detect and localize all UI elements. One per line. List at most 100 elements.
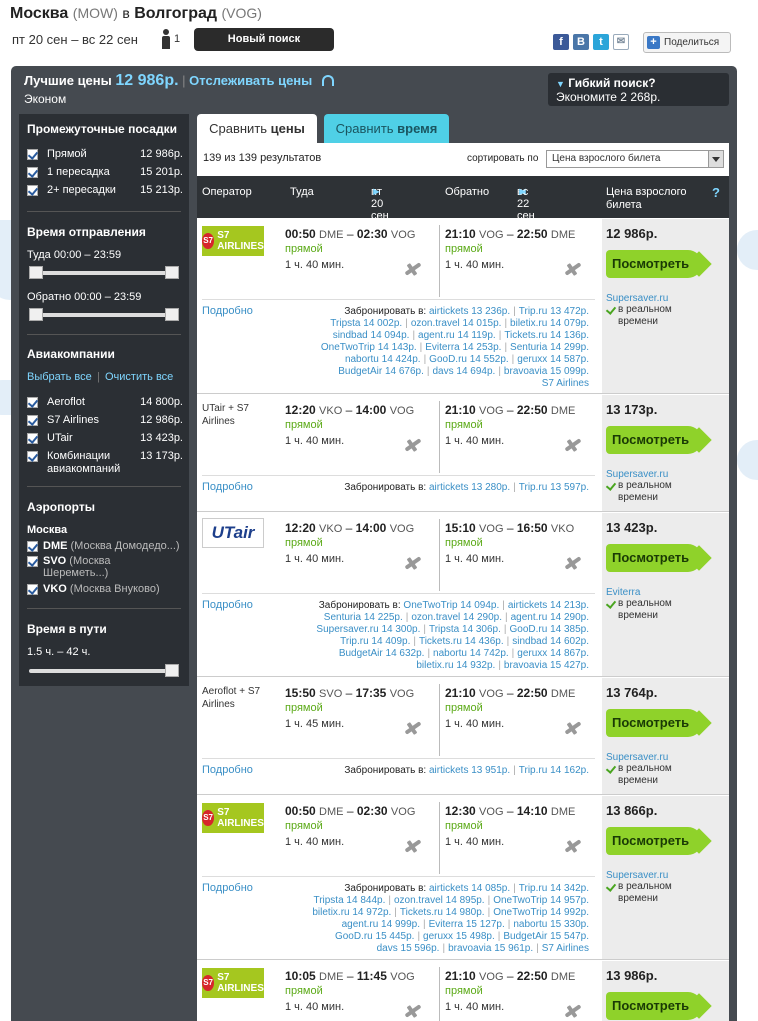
- share-button[interactable]: + Поделиться: [643, 32, 731, 53]
- view-button[interactable]: Посмотреть: [606, 544, 702, 572]
- departure-slider-back[interactable]: [29, 308, 179, 321]
- slider-handle[interactable]: [29, 266, 43, 279]
- slider-handle[interactable]: [165, 664, 179, 677]
- clear-all-link[interactable]: Очистить все: [105, 371, 173, 383]
- checkbox[interactable]: [27, 451, 38, 462]
- booking-agent-link[interactable]: Trip.ru 13 597р.: [519, 482, 589, 493]
- booking-agent-link[interactable]: BudgetAir 14 676р.: [338, 366, 424, 377]
- booking-agent-link[interactable]: nabortu 14 424р.: [345, 354, 421, 365]
- chevron-down-icon[interactable]: [708, 151, 723, 167]
- booking-agent-link[interactable]: Tickets.ru 14 436р.: [419, 636, 504, 647]
- booking-agent-link[interactable]: nabortu 14 742р.: [433, 648, 509, 659]
- booking-agent-link[interactable]: davs 14 694р.: [432, 366, 495, 377]
- col-price[interactable]: Цена взрослого билета: [606, 186, 706, 212]
- booking-agent-link[interactable]: Supersaver.ru 14 300р.: [316, 624, 420, 635]
- booking-agent-link[interactable]: bravoavia 15 099р.: [504, 366, 589, 377]
- booking-agent-link[interactable]: Eviterra 14 253р.: [425, 342, 501, 353]
- booking-agent-link[interactable]: OneTwoTrip 14 957р.: [493, 895, 589, 906]
- booking-agent-link[interactable]: davs 15 596р.: [377, 943, 440, 954]
- booking-agent-link[interactable]: airtickets 13 236р.: [429, 306, 510, 317]
- track-prices-link[interactable]: Отслеживать цены: [189, 73, 312, 88]
- bell-icon[interactable]: [321, 75, 334, 86]
- booking-agent-link[interactable]: biletix.ru 14 079р.: [510, 318, 589, 329]
- booking-agent-link[interactable]: geruxx 15 498р.: [423, 931, 495, 942]
- booking-agent-link[interactable]: OneTwoTrip 14 143р.: [321, 342, 417, 353]
- agent-name[interactable]: Supersaver.ru: [606, 870, 668, 881]
- booking-agent-link[interactable]: GooD.ru 14 385р.: [510, 624, 590, 635]
- booking-agent-link[interactable]: geruxx 14 867р.: [517, 648, 589, 659]
- booking-agent-link[interactable]: OneTwoTrip 14 992р.: [493, 907, 589, 918]
- booking-agent-link[interactable]: BudgetAir 14 632р.: [339, 648, 425, 659]
- departure-slider-there[interactable]: [29, 266, 179, 279]
- details-link[interactable]: Подробно: [202, 599, 253, 611]
- tab-compare-time[interactable]: Сравнить время: [324, 114, 449, 143]
- booking-agent-link[interactable]: bravoavia 15 961р.: [448, 943, 533, 954]
- flexible-search-title[interactable]: Гибкий поиск?: [568, 76, 655, 90]
- booking-agent-link[interactable]: ozon.travel 14 895р.: [394, 895, 485, 906]
- booking-agent-link[interactable]: bravoavia 15 427р.: [504, 660, 589, 671]
- booking-agent-link[interactable]: S7 Airlines: [542, 943, 589, 954]
- vkontakte-icon[interactable]: B: [573, 34, 589, 50]
- slider-handle[interactable]: [165, 308, 179, 321]
- booking-agent-link[interactable]: Tripsta 14 306р.: [429, 624, 501, 635]
- passengers[interactable]: 1: [158, 28, 188, 50]
- new-search-button[interactable]: Новый поиск: [194, 28, 334, 51]
- booking-agent-link[interactable]: Trip.ru 14 342р.: [519, 883, 589, 894]
- checkbox[interactable]: [27, 415, 38, 426]
- col-operator[interactable]: Оператор: [202, 186, 252, 198]
- details-link[interactable]: Подробно: [202, 481, 253, 493]
- booking-agent-link[interactable]: Tickets.ru 14 980р.: [400, 907, 485, 918]
- booking-agent-link[interactable]: nabortu 15 330р.: [513, 919, 589, 930]
- view-button[interactable]: Посмотреть: [606, 827, 702, 855]
- view-button[interactable]: Посмотреть: [606, 250, 702, 278]
- booking-agent-link[interactable]: airtickets 13 280р.: [429, 482, 510, 493]
- checkbox[interactable]: [27, 397, 38, 408]
- checkbox[interactable]: [27, 556, 38, 567]
- slider-handle[interactable]: [165, 266, 179, 279]
- view-button[interactable]: Посмотреть: [606, 992, 702, 1020]
- slider-handle[interactable]: [29, 308, 43, 321]
- travel-time-slider[interactable]: [29, 664, 179, 677]
- airline-filter-combos[interactable]: Комбинации авиакомпаний 13 173р.: [27, 450, 183, 477]
- flexible-search-box[interactable]: ▼ Гибкий поиск? Экономите 2 268р.: [548, 73, 729, 106]
- agent-name[interactable]: Supersaver.ru: [606, 469, 668, 480]
- booking-agent-link[interactable]: agent.ru 14 999р.: [342, 919, 420, 930]
- booking-agent-link[interactable]: GooD.ru 14 552р.: [429, 354, 509, 365]
- agent-name[interactable]: Supersaver.ru: [606, 752, 668, 763]
- select-all-link[interactable]: Выбрать все: [27, 371, 92, 383]
- booking-agent-link[interactable]: airtickets 14 213р.: [508, 600, 589, 611]
- booking-agent-link[interactable]: Senturia 14 225р.: [324, 612, 403, 623]
- sort-select[interactable]: Цена взрослого билета: [546, 150, 724, 168]
- booking-agent-link[interactable]: Trip.ru 14 409р.: [340, 636, 410, 647]
- tab-compare-prices[interactable]: Сравнить цены: [197, 114, 317, 144]
- details-link[interactable]: Подробно: [202, 305, 253, 317]
- twitter-icon[interactable]: t: [593, 34, 609, 50]
- booking-agent-link[interactable]: GooD.ru 15 445р.: [335, 931, 415, 942]
- booking-agent-link[interactable]: geruxx 14 587р.: [517, 354, 589, 365]
- agent-name[interactable]: Supersaver.ru: [606, 293, 668, 304]
- booking-agent-link[interactable]: Tickets.ru 14 136р.: [504, 330, 589, 341]
- view-button[interactable]: Посмотреть: [606, 426, 702, 454]
- booking-agent-link[interactable]: ozon.travel 14 015р.: [411, 318, 502, 329]
- booking-agent-link[interactable]: agent.ru 14 290р.: [511, 612, 589, 623]
- checkbox[interactable]: [27, 167, 38, 178]
- help-icon[interactable]: ?: [712, 185, 720, 200]
- booking-agent-link[interactable]: S7 Airlines: [542, 378, 589, 389]
- booking-agent-link[interactable]: Eviterra 15 127р.: [429, 919, 505, 930]
- booking-agent-link[interactable]: Senturia 14 299р.: [510, 342, 589, 353]
- view-button[interactable]: Посмотреть: [606, 709, 702, 737]
- mail-icon[interactable]: ✉: [613, 34, 629, 50]
- booking-agent-link[interactable]: airtickets 13 951р.: [429, 765, 510, 776]
- checkbox[interactable]: [27, 584, 38, 595]
- details-link[interactable]: Подробно: [202, 882, 253, 894]
- booking-agent-link[interactable]: OneTwoTrip 14 094р.: [403, 600, 499, 611]
- booking-agent-link[interactable]: biletix.ru 14 932р.: [416, 660, 495, 671]
- booking-agent-link[interactable]: agent.ru 14 119р.: [418, 330, 496, 341]
- agent-name[interactable]: Eviterra: [606, 587, 640, 598]
- booking-agent-link[interactable]: Tripsta 14 002р.: [330, 318, 402, 329]
- booking-agent-link[interactable]: BudgetAir 15 547р.: [503, 931, 589, 942]
- booking-agent-link[interactable]: ozon.travel 14 290р.: [411, 612, 502, 623]
- col-there[interactable]: Туда: [290, 186, 314, 198]
- booking-agent-link[interactable]: airtickets 14 085р.: [429, 883, 510, 894]
- booking-agent-link[interactable]: Tripsta 14 844р.: [313, 895, 385, 906]
